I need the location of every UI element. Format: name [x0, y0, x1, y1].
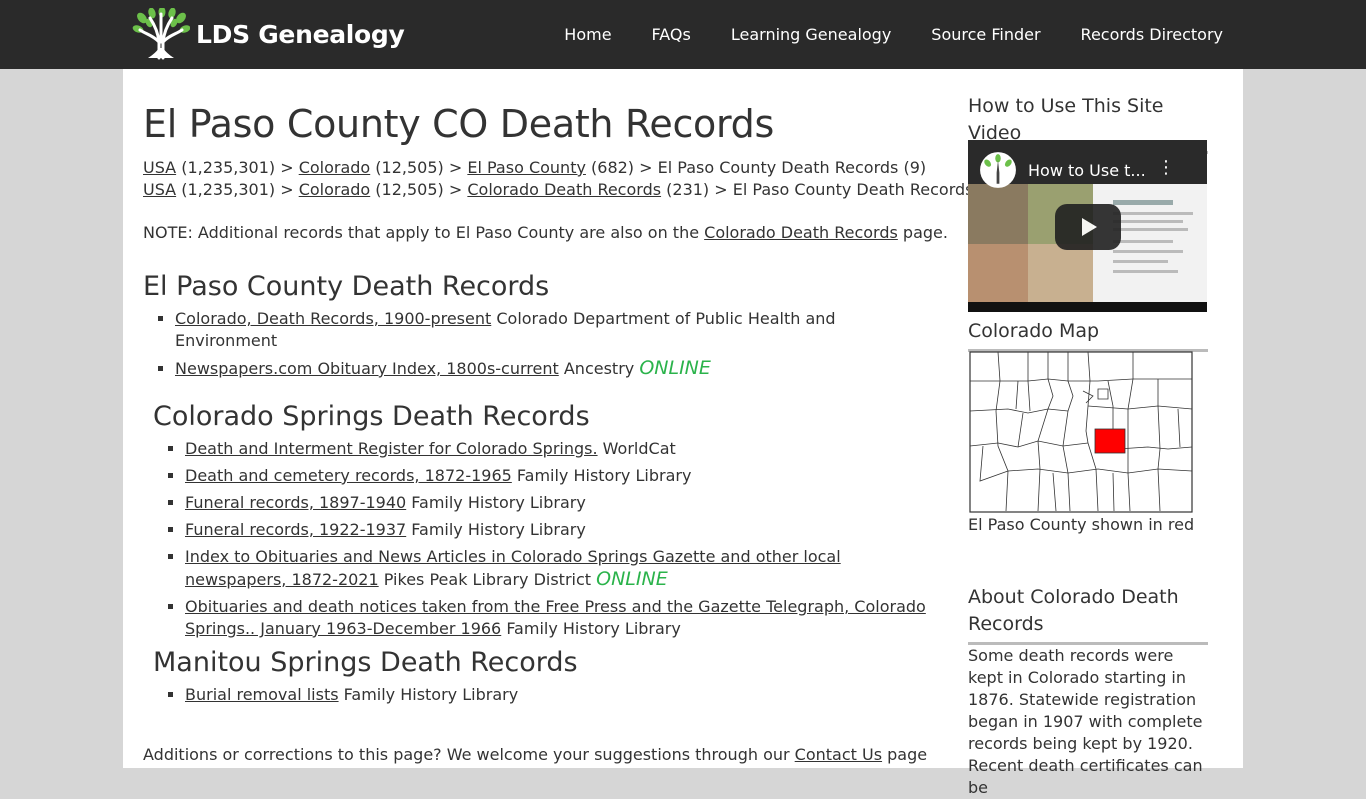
tree-logo-icon	[132, 8, 190, 60]
record-source: Family History Library	[406, 493, 586, 512]
breadcrumb-link-colorado[interactable]: Colorado	[299, 158, 371, 177]
nav-source-finder[interactable]: Source Finder	[931, 25, 1040, 44]
list-item: Death and cemetery records, 1872-1965 Fa…	[185, 465, 943, 487]
note-text: NOTE: Additional records that apply to E…	[143, 223, 948, 242]
record-link[interactable]: Newspapers.com Obituary Index, 1800s-cur…	[175, 359, 559, 378]
breadcrumb: USA (1,235,301) > Colorado (12,505) > Co…	[143, 179, 1001, 201]
breadcrumb-count: (12,505) >	[370, 180, 468, 199]
breadcrumb: USA (1,235,301) > Colorado (12,505) > El…	[143, 157, 1001, 179]
list-item: Colorado, Death Records, 1900-present Co…	[175, 308, 933, 352]
record-source: Family History Library	[501, 619, 681, 638]
breadcrumb-link-colorado-death-records[interactable]: Colorado Death Records	[467, 180, 661, 199]
breadcrumb-link-el-paso-county[interactable]: El Paso County	[467, 158, 586, 177]
site-header: LDS Genealogy Home FAQs Learning Genealo…	[0, 0, 1366, 69]
list-item: Burial removal lists Family History Libr…	[185, 684, 943, 706]
video-player[interactable]: How to Use t... ⋮	[968, 140, 1207, 312]
suggestions-text: Additions or corrections to this page? W…	[143, 745, 927, 764]
breadcrumb-count: (1,235,301) >	[176, 180, 299, 199]
record-source: Ancestry	[558, 359, 640, 378]
record-link[interactable]: Colorado, Death Records, 1900-present	[175, 309, 491, 328]
record-link[interactable]: Funeral records, 1922-1937	[185, 520, 406, 539]
suggestions-suffix: page	[882, 745, 928, 764]
list-item: Index to Obituaries and News Articles in…	[185, 546, 943, 591]
video-title: How to Use t...	[1028, 161, 1146, 180]
section-heading: Colorado Springs Death Records	[153, 401, 590, 432]
list-item: Obituaries and death notices taken from …	[185, 596, 943, 640]
logo-text: LDS Genealogy	[196, 19, 405, 49]
main-nav: Home FAQs Learning Genealogy Source Find…	[524, 0, 1223, 69]
list-item: Funeral records, 1922-1937 Family Histor…	[185, 519, 943, 541]
record-link[interactable]: Death and Interment Register for Colorad…	[185, 439, 598, 458]
play-icon	[1082, 218, 1097, 236]
about-text: Some death records were kept in Colorado…	[968, 646, 1203, 797]
map-caption: El Paso County shown in red	[968, 515, 1195, 534]
colorado-county-map	[968, 351, 1208, 515]
breadcrumb-link-colorado[interactable]: Colorado	[299, 180, 371, 199]
online-badge: ONLINE	[596, 568, 668, 590]
record-link[interactable]: Burial removal lists	[185, 685, 339, 704]
list-item: Funeral records, 1897-1940 Family Histor…	[185, 492, 943, 514]
nav-faqs[interactable]: FAQs	[652, 25, 691, 44]
record-link[interactable]: Death and cemetery records, 1872-1965	[185, 466, 512, 485]
content-area: El Paso County CO Death Records USA (1,2…	[123, 69, 1243, 797]
nav-home[interactable]: Home	[564, 25, 611, 44]
map-heading: Colorado Map	[968, 318, 1208, 352]
record-source: Family History Library	[338, 685, 519, 704]
more-options-icon[interactable]: ⋮	[1157, 159, 1175, 177]
record-link[interactable]: Funeral records, 1897-1940	[185, 493, 406, 512]
breadcrumb-count: (682) >	[585, 158, 658, 177]
breadcrumb-current: El Paso County Death Records (9)	[732, 180, 1002, 199]
note-link-colorado-death-records[interactable]: Colorado Death Records	[704, 223, 898, 242]
list-item: Newspapers.com Obituary Index, 1800s-cur…	[175, 357, 933, 380]
channel-logo-icon	[980, 152, 1016, 188]
suggestions-prefix: Additions or corrections to this page? W…	[143, 745, 795, 764]
nav-records-directory[interactable]: Records Directory	[1081, 25, 1223, 44]
section-heading: El Paso County Death Records	[143, 271, 550, 302]
breadcrumb-current: El Paso County Death Records (9)	[657, 158, 927, 177]
record-source: WorldCat	[597, 439, 676, 458]
list-item: Death and Interment Register for Colorad…	[185, 438, 943, 460]
record-source: Pikes Peak Library District	[378, 570, 597, 589]
colorado-map-image	[969, 351, 1193, 513]
nav-learning-genealogy[interactable]: Learning Genealogy	[731, 25, 891, 44]
contact-us-link[interactable]: Contact Us	[795, 745, 882, 764]
breadcrumbs: USA (1,235,301) > Colorado (12,505) > El…	[143, 157, 1001, 201]
record-list: Death and Interment Register for Colorad…	[153, 438, 943, 640]
section-manitou-springs: Manitou Springs Death Records Burial rem…	[153, 647, 943, 711]
breadcrumb-count: (231) >	[661, 180, 733, 199]
note-suffix: page.	[897, 223, 948, 242]
note-prefix: NOTE: Additional records that apply to E…	[143, 223, 705, 242]
page-title: El Paso County CO Death Records	[143, 102, 774, 146]
breadcrumb-link-usa[interactable]: USA	[143, 158, 176, 177]
section-el-paso-county: El Paso County Death Records Colorado, D…	[143, 271, 933, 385]
section-colorado-springs: Colorado Springs Death Records Death and…	[153, 401, 943, 645]
breadcrumb-count: (1,235,301) >	[176, 158, 299, 177]
about-heading: About Colorado Death Records	[968, 584, 1208, 645]
breadcrumb-count: (12,505) >	[370, 158, 468, 177]
section-heading: Manitou Springs Death Records	[153, 647, 578, 678]
record-source: Family History Library	[511, 466, 692, 485]
record-list: Burial removal lists Family History Libr…	[153, 684, 943, 706]
site-logo[interactable]: LDS Genealogy	[132, 7, 405, 61]
play-button[interactable]	[1055, 204, 1121, 250]
el-paso-county-highlight	[1094, 428, 1126, 454]
record-source: Family History Library	[406, 520, 586, 539]
record-list: Colorado, Death Records, 1900-present Co…	[143, 308, 933, 380]
breadcrumb-link-usa[interactable]: USA	[143, 180, 176, 199]
online-badge: ONLINE	[639, 357, 711, 379]
